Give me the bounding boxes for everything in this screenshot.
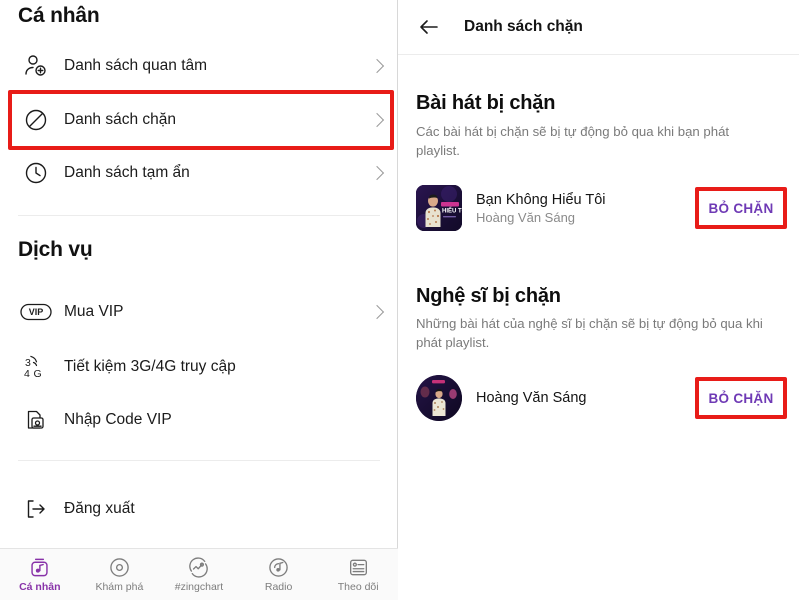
nav-tab-label: Khám phá xyxy=(95,580,144,593)
divider-services-logout xyxy=(18,460,380,461)
svg-text:4: 4 xyxy=(24,368,30,380)
chevron-right-icon xyxy=(369,58,385,74)
menu-item-label: Tiết kiệm 3G/4G truy cập xyxy=(64,358,236,375)
chevron-right-icon xyxy=(369,304,385,320)
album-art-ban-khong-hieu-toi: HIỂU TÔI xyxy=(416,185,462,231)
nav-tab-zingchart[interactable]: #zingchart xyxy=(159,549,239,600)
block-circle-icon xyxy=(14,107,58,133)
artist-avatar-hoang-van-sang xyxy=(416,375,462,421)
logout-label: Đăng xuất xyxy=(64,500,135,517)
code-document-icon xyxy=(14,407,58,433)
bottom-navigation-bar: Cá nhân Khám phá #zingchart Radio Theo d… xyxy=(0,548,398,600)
vip-badge-icon: VIP xyxy=(14,302,58,322)
data-saver-3g4g-icon: 3 4 G xyxy=(14,354,58,380)
menu-item-tiet-kiem-3g4g[interactable]: 3 4 G Tiết kiệm 3G/4G truy cập xyxy=(0,341,398,393)
nav-tab-radio[interactable]: Radio xyxy=(239,549,319,600)
chevron-right-icon xyxy=(369,112,385,128)
description-blocked-artists: Những bài hát của nghệ sĩ bị chặn sẽ bị … xyxy=(416,316,763,351)
menu-item-danh-sach-quan-tam[interactable]: Danh sách quan tâm xyxy=(0,40,398,92)
unblock-song-button[interactable]: BỎ CHẶN xyxy=(695,187,787,229)
chart-trend-icon xyxy=(188,556,209,578)
menu-item-danh-sach-tam-an[interactable]: Danh sách tạm ẩn xyxy=(0,147,398,199)
app-root: Cá nhân Danh sách quan tâm Danh sách chặ… xyxy=(0,0,800,600)
logout-button[interactable]: Đăng xuất xyxy=(0,483,398,535)
back-arrow-icon[interactable] xyxy=(416,14,442,40)
divider-personal-services xyxy=(18,215,380,216)
blocked-song-text: Bạn Không Hiểu Tôi Hoàng Văn Sáng xyxy=(476,192,606,225)
menu-item-mua-vip[interactable]: VIP Mua VIP xyxy=(0,286,398,338)
svg-text:HIỂU TÔI: HIỂU TÔI xyxy=(442,207,462,215)
logout-arrow-icon xyxy=(14,496,58,522)
blocked-artist-name: Hoàng Văn Sáng xyxy=(476,390,587,406)
blocked-list-panel: Danh sách chặn Bài hát bị chặn Các bài h… xyxy=(398,0,799,600)
nav-tab-theo-doi[interactable]: Theo dõi xyxy=(318,549,398,600)
heading-blocked-songs: Bài hát bị chặn xyxy=(416,92,556,114)
nav-tab-label: Theo dõi xyxy=(337,580,379,593)
nav-tab-ca-nhan[interactable]: Cá nhân xyxy=(0,549,80,600)
menu-item-label: Danh sách quan tâm xyxy=(64,57,208,74)
blocked-song-row[interactable]: HIỂU TÔI Bạn Không Hiểu Tôi Hoàng Văn Sá… xyxy=(398,180,799,236)
personal-settings-panel: Cá nhân Danh sách quan tâm Danh sách chặ… xyxy=(0,0,398,600)
nav-tab-label: Radio xyxy=(264,580,293,593)
nav-tab-kham-pha[interactable]: Khám phá xyxy=(80,549,160,600)
section-title-services: Dịch vụ xyxy=(18,238,93,261)
blocked-list-title: Danh sách chặn xyxy=(464,18,583,35)
clock-icon xyxy=(14,160,58,186)
chevron-right-icon xyxy=(369,165,385,181)
menu-item-danh-sach-chan[interactable]: Danh sách chặn xyxy=(0,94,398,146)
blocked-song-artist: Hoàng Văn Sáng xyxy=(476,209,576,225)
blocked-song-title: Bạn Không Hiểu Tôi xyxy=(476,191,606,208)
radio-waves-icon xyxy=(268,557,289,578)
person-add-icon xyxy=(14,53,58,79)
menu-item-label: Danh sách chặn xyxy=(64,111,177,128)
menu-item-label: Nhập Code VIP xyxy=(64,411,172,428)
blocked-artist-text: Hoàng Văn Sáng xyxy=(476,390,586,406)
menu-item-nhap-code-vip[interactable]: Nhập Code VIP xyxy=(0,394,398,446)
heading-blocked-artists: Nghệ sĩ bị chặn xyxy=(416,285,561,307)
nav-tab-label: Cá nhân xyxy=(19,580,61,593)
disc-explore-icon xyxy=(109,557,130,578)
following-list-icon xyxy=(348,557,369,578)
blocked-artist-row[interactable]: Hoàng Văn Sáng BỎ CHẶN xyxy=(398,370,799,426)
menu-item-label: Mua VIP xyxy=(64,303,124,320)
unblock-artist-button[interactable]: BỎ CHẶN xyxy=(695,377,787,419)
blocked-list-topbar: Danh sách chặn xyxy=(398,0,799,55)
page-title-personal: Cá nhân xyxy=(18,4,100,27)
svg-text:G: G xyxy=(34,368,42,380)
menu-item-label: Danh sách tạm ẩn xyxy=(64,164,190,181)
description-blocked-songs: Các bài hát bị chặn sẽ bị tự động bỏ qua… xyxy=(416,124,730,159)
personal-music-icon xyxy=(29,557,50,578)
svg-text:VIP: VIP xyxy=(29,307,44,317)
nav-tab-label: #zingchart xyxy=(174,580,224,593)
